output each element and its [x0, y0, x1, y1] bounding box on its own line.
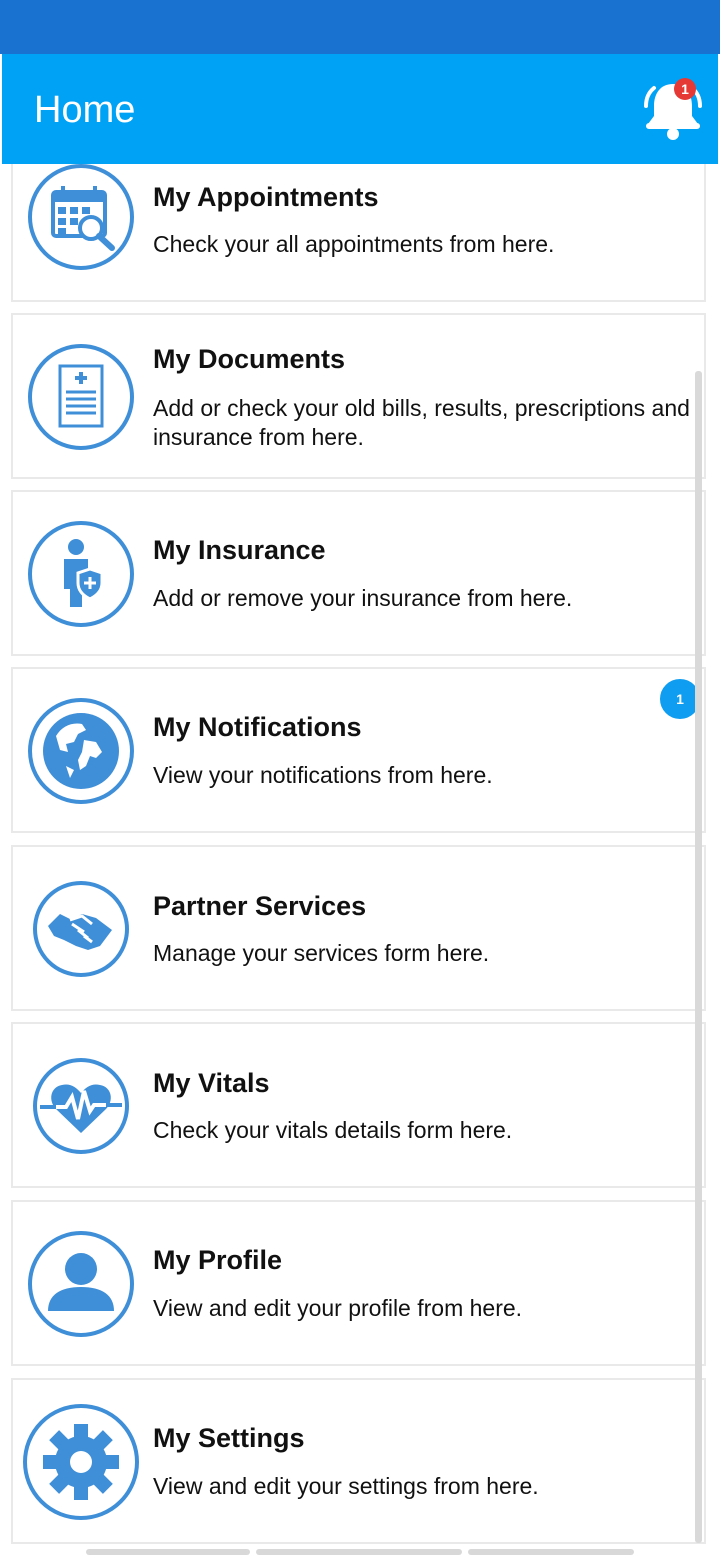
- status-bar: [0, 0, 720, 54]
- page-indicator: [468, 1549, 634, 1555]
- menu-item-description: Add or check your old bills, results, pr…: [153, 395, 690, 450]
- menu-item-description: Check your vitals details form here.: [153, 1117, 513, 1143]
- scrollbar[interactable]: [695, 371, 702, 1543]
- menu-item-notifications[interactable]: My Notifications View your notifications…: [11, 667, 706, 833]
- menu-item-description: Add or remove your insurance from here.: [153, 585, 573, 611]
- menu-item-title: My Settings: [153, 1423, 305, 1453]
- notifications-button[interactable]: 1: [638, 76, 708, 142]
- menu-item-title: My Notifications: [153, 712, 362, 742]
- menu-item-title: My Documents: [153, 344, 346, 374]
- calendar-search-icon: [28, 164, 134, 270]
- menu-item-title: My Insurance: [153, 535, 326, 565]
- handshake-icon: [33, 881, 129, 977]
- medical-document-icon: [28, 344, 134, 450]
- menu-item-documents[interactable]: My Documents Add or check your old bills…: [11, 313, 706, 479]
- menu-item-title: My Appointments: [153, 182, 379, 212]
- menu-item-appointments[interactable]: My Appointments Check your all appointme…: [11, 164, 706, 302]
- menu-item-description: View and edit your profile from here.: [153, 1295, 523, 1321]
- notification-count-badge: 1: [674, 78, 696, 100]
- menu-item-insurance[interactable]: My Insurance Add or remove your insuranc…: [11, 490, 706, 656]
- menu-item-description: Check your all appointments from here.: [153, 231, 555, 257]
- menu-item-title: My Profile: [153, 1245, 283, 1275]
- menu-item-title: My Vitals: [153, 1068, 270, 1098]
- menu-item-profile[interactable]: My Profile View and edit your profile fr…: [11, 1200, 706, 1366]
- menu-item-vitals[interactable]: My Vitals Check your vitals details form…: [11, 1022, 706, 1188]
- menu-item-description: View and edit your settings from here.: [153, 1473, 539, 1499]
- page-title: Home: [34, 89, 136, 131]
- menu-item-title: Partner Services: [153, 891, 367, 921]
- globe-icon: [28, 698, 134, 804]
- user-profile-icon: [28, 1231, 134, 1337]
- menu-list: My Appointments Check your all appointme…: [0, 164, 720, 1558]
- menu-item-description: Manage your services form here.: [153, 940, 490, 966]
- menu-item-description: View your notifications from here.: [153, 762, 493, 788]
- menu-item-partner-services[interactable]: Partner Services Manage your services fo…: [11, 845, 706, 1011]
- app-bar: Home 1: [2, 54, 718, 164]
- gear-icon: [23, 1404, 139, 1520]
- person-shield-icon: [28, 521, 134, 627]
- heartbeat-icon: [33, 1058, 129, 1154]
- menu-item-settings[interactable]: My Settings View and edit your settings …: [11, 1378, 706, 1544]
- page-indicator: [256, 1549, 462, 1555]
- bell-icon: [644, 84, 702, 140]
- page-indicator: [86, 1549, 250, 1555]
